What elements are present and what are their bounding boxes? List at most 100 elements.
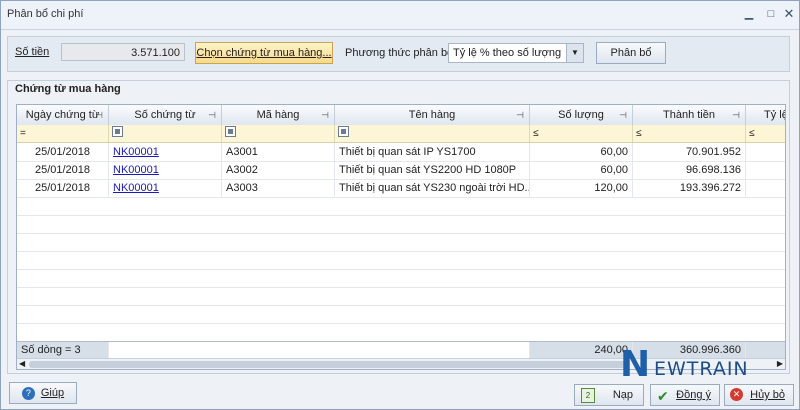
pin-icon[interactable]: ⊣ [208, 105, 216, 125]
cell-name: Thiết bị quan sát YS2200 HD 1080P [335, 161, 530, 179]
cell-qty: 120,00 [530, 179, 633, 197]
filter-icon[interactable] [225, 126, 236, 137]
help-icon: ? [21, 386, 35, 400]
window-title: Phân bổ chi phí [7, 8, 84, 20]
cell-date: 25/01/2018 [17, 143, 109, 161]
help-button[interactable]: ? Giúp [9, 382, 77, 404]
cell-name: Thiết bị quan sát YS230 ngoài trời HD... [335, 179, 530, 197]
pin-icon[interactable]: ⊣ [321, 105, 329, 125]
empty-row [17, 197, 785, 216]
filter-doc[interactable] [109, 125, 222, 142]
col-header-label: Thành tiền [663, 109, 715, 121]
cell-amount: 96.698.136 [633, 161, 746, 179]
empty-row [17, 269, 785, 288]
cell-code: A3003 [222, 179, 335, 197]
col-header-name[interactable]: Tên hàng ⊣ [335, 105, 530, 125]
cancel-label: Hủy bỏ [750, 389, 785, 401]
pin-icon[interactable]: ⊣ [516, 105, 524, 125]
newtrain-logo: N EWTRAIN [620, 344, 770, 385]
help-label: Giúp [40, 387, 65, 399]
filter-icon[interactable] [338, 126, 349, 137]
col-header-label: Số chứng từ [134, 109, 196, 121]
logo-text: EWTRAIN [654, 358, 749, 380]
col-header-code[interactable]: Mã hàng ⊣ [222, 105, 335, 125]
empty-row [17, 323, 785, 341]
doc-link[interactable]: NK00001 [113, 182, 159, 194]
empty-row [17, 305, 785, 324]
scroll-thumb[interactable] [29, 361, 629, 368]
method-label: Phương thức phân bổ [345, 47, 454, 59]
footer-blank [109, 342, 530, 359]
table-row[interactable]: 25/01/2018 NK00001 A3001 Thiết bị quan s… [17, 143, 785, 162]
cell-code: A3001 [222, 143, 335, 161]
pin-icon[interactable]: ⊣ [732, 105, 740, 125]
col-header-date[interactable]: Ngày chứng từ ⊣ [17, 105, 109, 125]
doc-link[interactable]: NK00001 [113, 164, 159, 176]
filter-icon[interactable] [112, 126, 123, 137]
filter-date[interactable]: = [17, 125, 109, 142]
filter-ratio[interactable]: ≤ [746, 125, 785, 142]
col-header-doc[interactable]: Số chứng từ ⊣ [109, 105, 222, 125]
col-header-label: Số lượng [558, 109, 604, 121]
minimize-icon[interactable]: ▁ [741, 6, 757, 22]
cell-code: A3002 [222, 161, 335, 179]
load-label: Nạp [612, 389, 633, 401]
table-row[interactable]: 25/01/2018 NK00001 A3002 Thiết bị quan s… [17, 161, 785, 180]
row-count: Số dòng = 3 [17, 342, 109, 359]
grid-header: Ngày chứng từ ⊣ Số chứng từ ⊣ Mã hàng ⊣ Tên… [17, 105, 786, 126]
cell-doc[interactable]: NK00001 [109, 179, 222, 197]
filter-qty[interactable]: ≤ [530, 125, 633, 142]
close-icon[interactable]: ✕ [781, 6, 797, 22]
chevron-down-icon[interactable]: ▼ [566, 44, 583, 62]
maximize-icon[interactable]: □ [763, 6, 779, 22]
cancel-icon: ✕ [730, 388, 743, 401]
load-button[interactable]: 2 Nạp [574, 384, 644, 406]
col-header-qty[interactable]: Số lượng ⊣ [530, 105, 633, 125]
amount-label: Số tiền [15, 46, 50, 58]
filter-code[interactable] [222, 125, 335, 142]
cell-amount: 70.901.952 [633, 143, 746, 161]
cell-ratio [746, 179, 785, 197]
amount-field[interactable]: 3.571.100 [61, 43, 185, 61]
col-header-ratio[interactable]: Tỷ lệ [746, 105, 786, 125]
cell-doc[interactable]: NK00001 [109, 161, 222, 179]
pin-icon[interactable]: ⊣ [619, 105, 627, 125]
filter-name[interactable] [335, 125, 530, 142]
col-header-label: Tên hàng [408, 109, 456, 121]
empty-row [17, 287, 785, 306]
scroll-right-icon[interactable]: ▶ [777, 359, 783, 368]
qty-total: 240,00 [530, 342, 633, 359]
empty-row [17, 215, 785, 234]
logo-letter-n: N [620, 344, 651, 385]
title-bar: Phân bổ chi phí ▁ □ ✕ [1, 1, 799, 30]
col-header-amount[interactable]: Thành tiền ⊣ [633, 105, 746, 125]
choose-documents-button[interactable]: Chọn chứng từ mua hàng... [195, 42, 333, 64]
cancel-button[interactable]: ✕ Hủy bỏ [724, 384, 794, 406]
agree-label: Đồng ý [676, 389, 711, 401]
filter-amount[interactable]: ≤ [633, 125, 746, 142]
empty-row [17, 251, 785, 270]
load-icon: 2 [581, 388, 595, 403]
empty-row [17, 233, 785, 252]
cell-doc[interactable]: NK00001 [109, 143, 222, 161]
filter-row: = ≤ ≤ ≤ [17, 125, 785, 143]
cell-qty: 60,00 [530, 143, 633, 161]
col-header-label: Mã hàng [256, 109, 300, 121]
method-value: Tỷ lệ % theo số lượng [453, 47, 562, 59]
check-icon: ✔ [657, 388, 669, 404]
cell-amount: 193.396.272 [633, 179, 746, 197]
agree-button[interactable]: ✔ Đồng ý [650, 384, 720, 406]
cell-qty: 60,00 [530, 161, 633, 179]
method-select[interactable]: Tỷ lệ % theo số lượng ▼ [448, 43, 584, 63]
scroll-left-icon[interactable]: ◀ [19, 359, 25, 368]
cell-date: 25/01/2018 [17, 179, 109, 197]
documents-grid: Ngày chứng từ ⊣ Số chứng từ ⊣ Mã hàng ⊣ Tên… [16, 104, 786, 370]
cell-ratio [746, 143, 785, 161]
group-title: Chứng từ mua hàng [15, 83, 121, 95]
table-row[interactable]: 25/01/2018 NK00001 A3003 Thiết bị quan s… [17, 179, 785, 198]
col-header-label: Tỷ lệ [764, 109, 786, 121]
doc-link[interactable]: NK00001 [113, 146, 159, 158]
pin-icon[interactable]: ⊣ [95, 105, 103, 125]
allocate-button[interactable]: Phân bổ [596, 42, 666, 64]
col-header-label: Ngày chứng từ [25, 109, 100, 121]
